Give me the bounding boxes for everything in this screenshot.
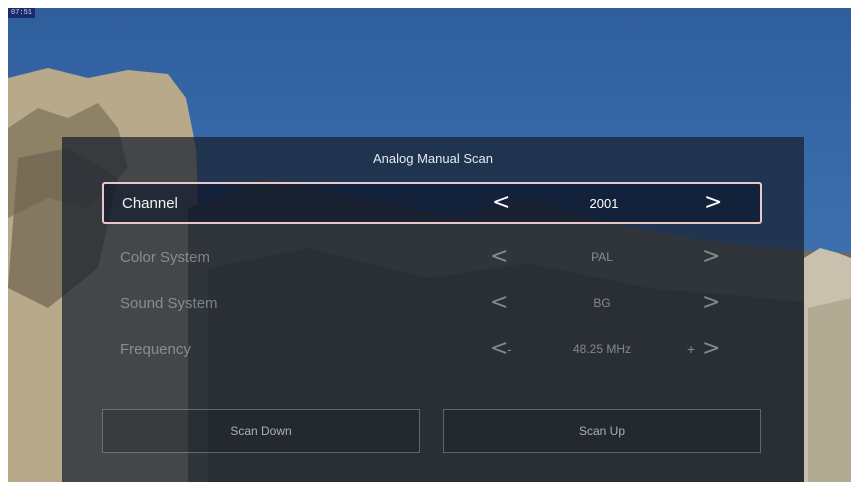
sound-system-row[interactable]: Sound System < BG >: [102, 282, 762, 324]
sound-system-label: Sound System: [120, 294, 218, 312]
channel-label: Channel: [122, 194, 178, 212]
color-system-label: Color System: [120, 248, 211, 266]
plus-icon[interactable]: +: [687, 341, 695, 357]
dialog-title: Analog Manual Scan: [373, 151, 493, 166]
chevron-right-icon[interactable]: >: [704, 192, 722, 214]
chevron-right-icon[interactable]: >: [702, 246, 720, 268]
scan-down-button[interactable]: Scan Down: [102, 409, 420, 453]
scan-up-button[interactable]: Scan Up: [443, 409, 761, 453]
frequency-row[interactable]: Frequency < - 48.25 MHz + >: [102, 328, 762, 370]
chevron-right-icon[interactable]: >: [702, 292, 720, 314]
minus-icon[interactable]: -: [507, 341, 512, 357]
sound-system-value: BG: [593, 296, 611, 310]
osd-indicator: 07:51: [8, 8, 36, 18]
color-system-row[interactable]: Color System < PAL >: [102, 236, 762, 278]
channel-value: 2001: [589, 195, 619, 211]
chevron-right-icon[interactable]: >: [702, 338, 720, 360]
channel-row[interactable]: Channel < 2001 >: [102, 182, 762, 224]
frequency-value: 48.25 MHz: [572, 342, 632, 356]
analog-manual-scan-dialog: Analog Manual Scan Channel < 2001 > Colo…: [62, 137, 804, 482]
tv-screen: 07:51 Analog Manual Scan Channel < 2001 …: [8, 8, 851, 482]
chevron-left-icon[interactable]: <: [490, 338, 508, 360]
chevron-left-icon[interactable]: <: [490, 292, 508, 314]
chevron-left-icon[interactable]: <: [490, 246, 508, 268]
color-system-value: PAL: [591, 250, 613, 264]
chevron-left-icon[interactable]: <: [492, 192, 510, 214]
frequency-label: Frequency: [120, 340, 191, 358]
